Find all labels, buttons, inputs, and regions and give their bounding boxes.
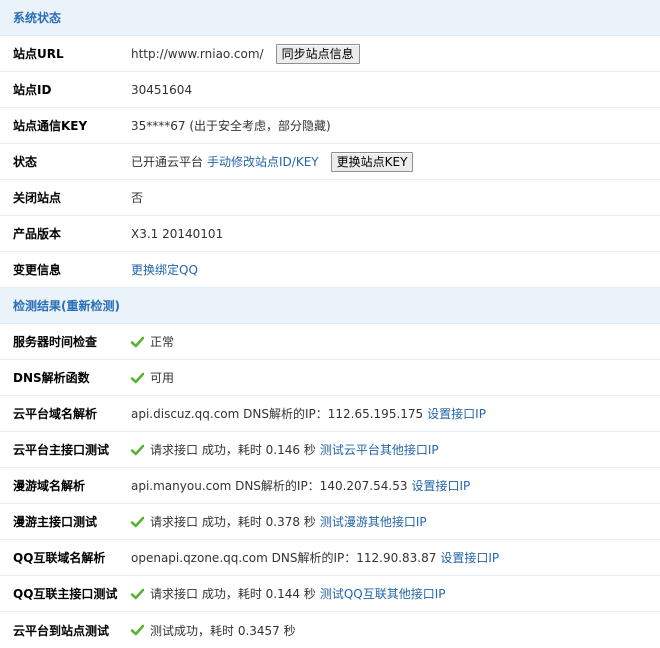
change-site-key-button[interactable]: 更换站点KEY bbox=[330, 151, 414, 172]
label-qq-dns: QQ互联域名解析 bbox=[13, 551, 106, 565]
row-qq-api: QQ互联主接口测试 请求接口 成功，耗时 0.144 秒 测试QQ互联其他接口I… bbox=[0, 576, 660, 612]
qq-test-other-link[interactable]: 测试QQ互联其他接口IP bbox=[320, 585, 446, 602]
check-icon bbox=[131, 624, 144, 636]
cloud-test-other-link[interactable]: 测试云平台其他接口IP bbox=[320, 441, 439, 458]
site-key-value: 35****67 (出于安全考虑，部分隐藏) bbox=[131, 119, 331, 133]
label-close-site: 关闭站点 bbox=[13, 191, 62, 205]
manyou-api-value: 请求接口 成功，耗时 0.378 秒 bbox=[150, 515, 316, 529]
qq-dns-value: openapi.qzone.qq.com DNS解析的IP：112.90.83.… bbox=[131, 551, 437, 565]
row-site-id: 站点ID 30451604 bbox=[0, 72, 660, 108]
label-site-url: 站点URL bbox=[13, 47, 64, 61]
cloud-status-panel: 系统状态 站点URL http://www.rniao.com/ 同步站点信息 … bbox=[0, 0, 660, 648]
close-site-value: 否 bbox=[131, 191, 144, 205]
cloud-api-value: 请求接口 成功，耗时 0.146 秒 bbox=[150, 443, 316, 457]
row-server-time: 服务器时间检查 正常 bbox=[0, 324, 660, 360]
manyou-test-other-link[interactable]: 测试漫游其他接口IP bbox=[320, 513, 427, 530]
check-icon bbox=[131, 336, 144, 347]
cloud-dns-value: api.discuz.qq.com DNS解析的IP：112.65.195.17… bbox=[131, 407, 424, 421]
label-version: 产品版本 bbox=[13, 227, 62, 241]
qq-set-ip-link[interactable]: 设置接口IP bbox=[440, 549, 499, 566]
row-status: 状态 已开通云平台 手动修改站点ID/KEY 更换站点KEY bbox=[0, 144, 660, 180]
status-value: 已开通云平台 bbox=[131, 155, 204, 169]
cloud-to-site-value: 测试成功，耗时 0.3457 秒 bbox=[150, 623, 296, 638]
label-status: 状态 bbox=[13, 155, 38, 169]
row-site-url: 站点URL http://www.rniao.com/ 同步站点信息 bbox=[0, 36, 660, 72]
label-manyou-api: 漫游主接口测试 bbox=[13, 515, 98, 529]
check-icon bbox=[131, 444, 144, 455]
section-header-system-status: 系统状态 bbox=[0, 0, 660, 36]
site-id-value: 30451604 bbox=[131, 82, 193, 97]
label-change-info: 变更信息 bbox=[13, 263, 62, 277]
check-icon bbox=[131, 588, 144, 599]
site-url-value: http://www.rniao.com/ bbox=[131, 46, 264, 61]
label-qq-api: QQ互联主接口测试 bbox=[13, 587, 118, 601]
label-dns-func: DNS解析函数 bbox=[13, 371, 90, 385]
manyou-set-ip-link[interactable]: 设置接口IP bbox=[411, 477, 470, 494]
row-dns-func: DNS解析函数 可用 bbox=[0, 360, 660, 396]
label-site-key: 站点通信KEY bbox=[13, 119, 88, 133]
row-manyou-api: 漫游主接口测试 请求接口 成功，耗时 0.378 秒 测试漫游其他接口IP bbox=[0, 504, 660, 540]
label-server-time: 服务器时间检查 bbox=[13, 335, 98, 349]
server-time-value: 正常 bbox=[150, 335, 175, 349]
qq-api-value: 请求接口 成功，耗时 0.144 秒 bbox=[150, 587, 316, 601]
sync-site-info-button[interactable]: 同步站点信息 bbox=[275, 43, 360, 64]
section-header-check-results[interactable]: 检测结果(重新检测) bbox=[0, 288, 660, 324]
row-cloud-api: 云平台主接口测试 请求接口 成功，耗时 0.146 秒 测试云平台其他接口IP bbox=[0, 432, 660, 468]
row-cloud-dns: 云平台域名解析 api.discuz.qq.com DNS解析的IP：112.6… bbox=[0, 396, 660, 432]
label-manyou-dns: 漫游域名解析 bbox=[13, 479, 86, 493]
manyou-dns-value: api.manyou.com DNS解析的IP：140.207.54.53 bbox=[131, 479, 408, 493]
check-icon bbox=[131, 516, 144, 527]
row-close-site: 关闭站点 否 bbox=[0, 180, 660, 216]
row-qq-dns: QQ互联域名解析 openapi.qzone.qq.com DNS解析的IP：1… bbox=[0, 540, 660, 576]
cloud-set-ip-link[interactable]: 设置接口IP bbox=[427, 405, 486, 422]
label-cloud-to-site: 云平台到站点测试 bbox=[13, 623, 110, 638]
edit-site-id-key-link[interactable]: 手动修改站点ID/KEY bbox=[207, 153, 319, 170]
rebind-qq-link[interactable]: 更换绑定QQ bbox=[131, 261, 198, 278]
row-cloud-to-site: 云平台到站点测试 测试成功，耗时 0.3457 秒 bbox=[0, 612, 660, 648]
label-cloud-api: 云平台主接口测试 bbox=[13, 443, 110, 457]
row-change-info: 变更信息 更换绑定QQ bbox=[0, 252, 660, 288]
row-manyou-dns: 漫游域名解析 api.manyou.com DNS解析的IP：140.207.5… bbox=[0, 468, 660, 504]
label-site-id: 站点ID bbox=[13, 83, 52, 97]
check-icon bbox=[131, 372, 144, 383]
row-site-key: 站点通信KEY 35****67 (出于安全考虑，部分隐藏) bbox=[0, 108, 660, 144]
dns-func-value: 可用 bbox=[150, 371, 175, 385]
version-value: X3.1 20140101 bbox=[131, 226, 224, 241]
row-version: 产品版本 X3.1 20140101 bbox=[0, 216, 660, 252]
label-cloud-dns: 云平台域名解析 bbox=[13, 407, 98, 421]
